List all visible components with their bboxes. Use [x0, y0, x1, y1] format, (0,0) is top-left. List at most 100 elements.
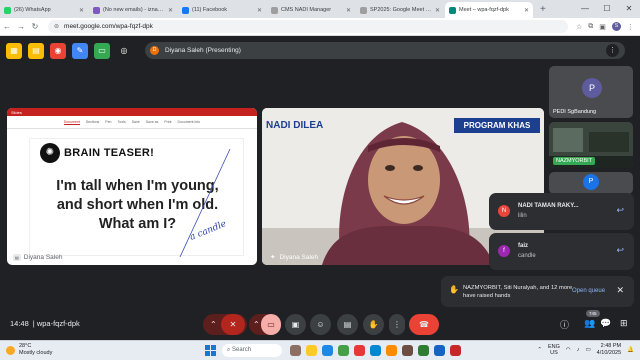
- participant-name: PEDI SgBandung: [553, 109, 597, 115]
- tab-title: CMS NADI Manager: [281, 7, 332, 13]
- chrome-icon[interactable]: [338, 345, 349, 356]
- close-icon[interactable]: ✕: [616, 285, 624, 296]
- close-icon[interactable]: ✕: [346, 7, 351, 14]
- extensions-icon[interactable]: ⧉: [588, 23, 593, 31]
- record-icon[interactable]: ◉: [50, 42, 66, 59]
- app-shortcut-1-icon[interactable]: ▦: [6, 42, 22, 59]
- chat-icon[interactable]: 💬: [600, 318, 611, 329]
- app-icon[interactable]: [386, 345, 397, 356]
- app-icon[interactable]: [418, 345, 429, 356]
- slides-tab-document[interactable]: Document: [63, 120, 80, 125]
- bookmark-star-icon[interactable]: ☆: [576, 23, 582, 31]
- slides-tab-sections[interactable]: Sections: [86, 120, 99, 124]
- chat-popup-faiz[interactable]: f faiz candle ↩: [489, 233, 634, 270]
- mic-off-button[interactable]: ✕: [221, 314, 245, 335]
- reply-icon[interactable]: ↩: [616, 205, 624, 216]
- more-options-button[interactable]: ⋮: [389, 314, 405, 335]
- wifi-icon[interactable]: ◠: [566, 347, 571, 353]
- presenting-banner[interactable]: D Diyana Saleh (Presenting) ⋮: [145, 42, 625, 59]
- tab-sp2025[interactable]: SP2025: Google Meet Ro... ✕: [356, 2, 444, 18]
- close-icon[interactable]: ✕: [524, 7, 529, 14]
- profile-avatar[interactable]: S: [611, 22, 621, 31]
- weather-icon: [6, 345, 15, 355]
- system-clock[interactable]: 2:48 PM 4/10/2025: [597, 343, 621, 357]
- minimize-icon[interactable]: —: [574, 0, 596, 18]
- camera-off-button[interactable]: ▭: [261, 314, 281, 335]
- edit-icon[interactable]: ✎: [72, 42, 88, 59]
- app-icon[interactable]: [354, 345, 365, 356]
- edge-icon[interactable]: [322, 345, 333, 356]
- url-field[interactable]: ⊜ meet.google.com/wpa-fqzf-dpk: [48, 20, 568, 33]
- tab-title: Meet – wpa-fqzf-dpk: [459, 7, 509, 13]
- mic-control-group: ⌃ ✕: [203, 314, 247, 335]
- app-icon[interactable]: [290, 345, 301, 356]
- language-indicator[interactable]: ENG US: [548, 344, 560, 356]
- meeting-details-icon[interactable]: ⓘ: [560, 318, 569, 331]
- taskbar-search[interactable]: ⌕ Search: [222, 344, 282, 357]
- windows-start-icon[interactable]: [205, 345, 216, 356]
- volume-icon[interactable]: ♪: [577, 347, 580, 353]
- more-options-icon[interactable]: ⋮: [606, 44, 619, 57]
- captions-button[interactable]: ▤: [337, 314, 358, 335]
- slide-owner-name: Diyana Saleh: [23, 254, 63, 261]
- maximize-icon[interactable]: ☐: [596, 0, 618, 18]
- raised-hands-text: NAZMYORBIT, Siti Nuralyah, and 12 more h…: [463, 285, 573, 299]
- tab-facebook[interactable]: (11) Facebook ✕: [178, 2, 266, 18]
- notification-icon[interactable]: 🔔: [627, 347, 634, 353]
- raise-hand-button[interactable]: ✋: [363, 314, 384, 335]
- facebook-icon: [182, 6, 189, 14]
- tab-meet[interactable]: Meet – wpa-fqzf-dpk ✕: [445, 2, 533, 18]
- sidepanel-icon[interactable]: ▣: [599, 23, 606, 31]
- open-queue-button[interactable]: Open queue: [572, 288, 605, 294]
- people-icon[interactable]: 👥: [584, 318, 595, 329]
- close-icon[interactable]: ✕: [79, 7, 84, 14]
- close-icon[interactable]: ✕: [257, 7, 262, 14]
- app-icon[interactable]: [370, 345, 381, 356]
- presentation-tile[interactable]: Slides Document Sections Pen Tools Save …: [7, 108, 257, 265]
- present-screen-button[interactable]: ▣: [285, 314, 306, 335]
- battery-icon[interactable]: ▭: [585, 347, 590, 353]
- slides-action-doc-info[interactable]: Document info: [178, 120, 201, 124]
- emoji-reaction-button[interactable]: ☺: [310, 314, 331, 335]
- activities-icon[interactable]: ⊞: [620, 318, 628, 329]
- app-icon[interactable]: [402, 345, 413, 356]
- participant-tile-3[interactable]: P: [549, 172, 633, 194]
- slides-action-save[interactable]: Save: [132, 120, 140, 124]
- site-info-icon[interactable]: ⊜: [54, 23, 59, 30]
- back-icon[interactable]: ←: [0, 22, 14, 31]
- meeting-code[interactable]: wpa-fqzf-dpk: [37, 319, 80, 328]
- slides-tab-pen[interactable]: Pen: [105, 120, 111, 124]
- system-tray: ⌃ ENG US ◠ ♪ ▭ 2:48 PM 4/10/2025 🔔: [537, 343, 634, 357]
- forward-icon[interactable]: →: [14, 22, 28, 31]
- leave-call-button[interactable]: ☎: [409, 314, 439, 335]
- tab-email[interactable]: (No new emails) - iznahu... ✕: [89, 2, 177, 18]
- weather-widget[interactable]: 28°C Mostly cloudy: [6, 343, 52, 357]
- app-shortcut-2-icon[interactable]: ▤: [28, 42, 44, 59]
- app-icon[interactable]: [434, 345, 445, 356]
- close-window-icon[interactable]: ✕: [618, 0, 640, 18]
- screen-icon[interactable]: ▭: [94, 42, 110, 59]
- chat-popup-nadi[interactable]: N NADI TAMAN RAKY... lilin ↩: [489, 193, 634, 230]
- new-tab-button[interactable]: +: [534, 2, 552, 18]
- eye-icon[interactable]: ◎: [116, 42, 132, 59]
- reload-icon[interactable]: ↻: [28, 22, 42, 31]
- close-icon[interactable]: ✕: [435, 7, 440, 14]
- app-icon[interactable]: [450, 345, 461, 356]
- tab-cms[interactable]: CMS NADI Manager ✕: [267, 2, 355, 18]
- participant-tile-nazmyorbit[interactable]: NAZMYORBIT: [549, 122, 633, 168]
- chevron-up-icon[interactable]: ⌃: [253, 314, 260, 335]
- chevron-up-icon[interactable]: ⌃: [537, 347, 542, 353]
- slides-action-print[interactable]: Print: [164, 120, 171, 124]
- file-explorer-icon[interactable]: [306, 345, 317, 356]
- program-banner-text: PROGRAM KHAS: [454, 118, 540, 133]
- chevron-up-icon[interactable]: ⌃: [210, 314, 217, 335]
- reply-icon[interactable]: ↩: [616, 245, 624, 256]
- menu-icon[interactable]: ⋮: [627, 23, 634, 31]
- tab-whatsapp[interactable]: (26) WhatsApp ✕: [0, 2, 88, 18]
- participant-tile-pedi[interactable]: P PEDI SgBandung: [549, 66, 633, 118]
- slides-tab-tools[interactable]: Tools: [118, 120, 126, 124]
- window-controls: — ☐ ✕: [574, 0, 640, 18]
- pin-icon[interactable]: ✦: [270, 253, 275, 261]
- close-icon[interactable]: ✕: [168, 7, 173, 14]
- slides-action-save-as[interactable]: Save as: [146, 120, 159, 124]
